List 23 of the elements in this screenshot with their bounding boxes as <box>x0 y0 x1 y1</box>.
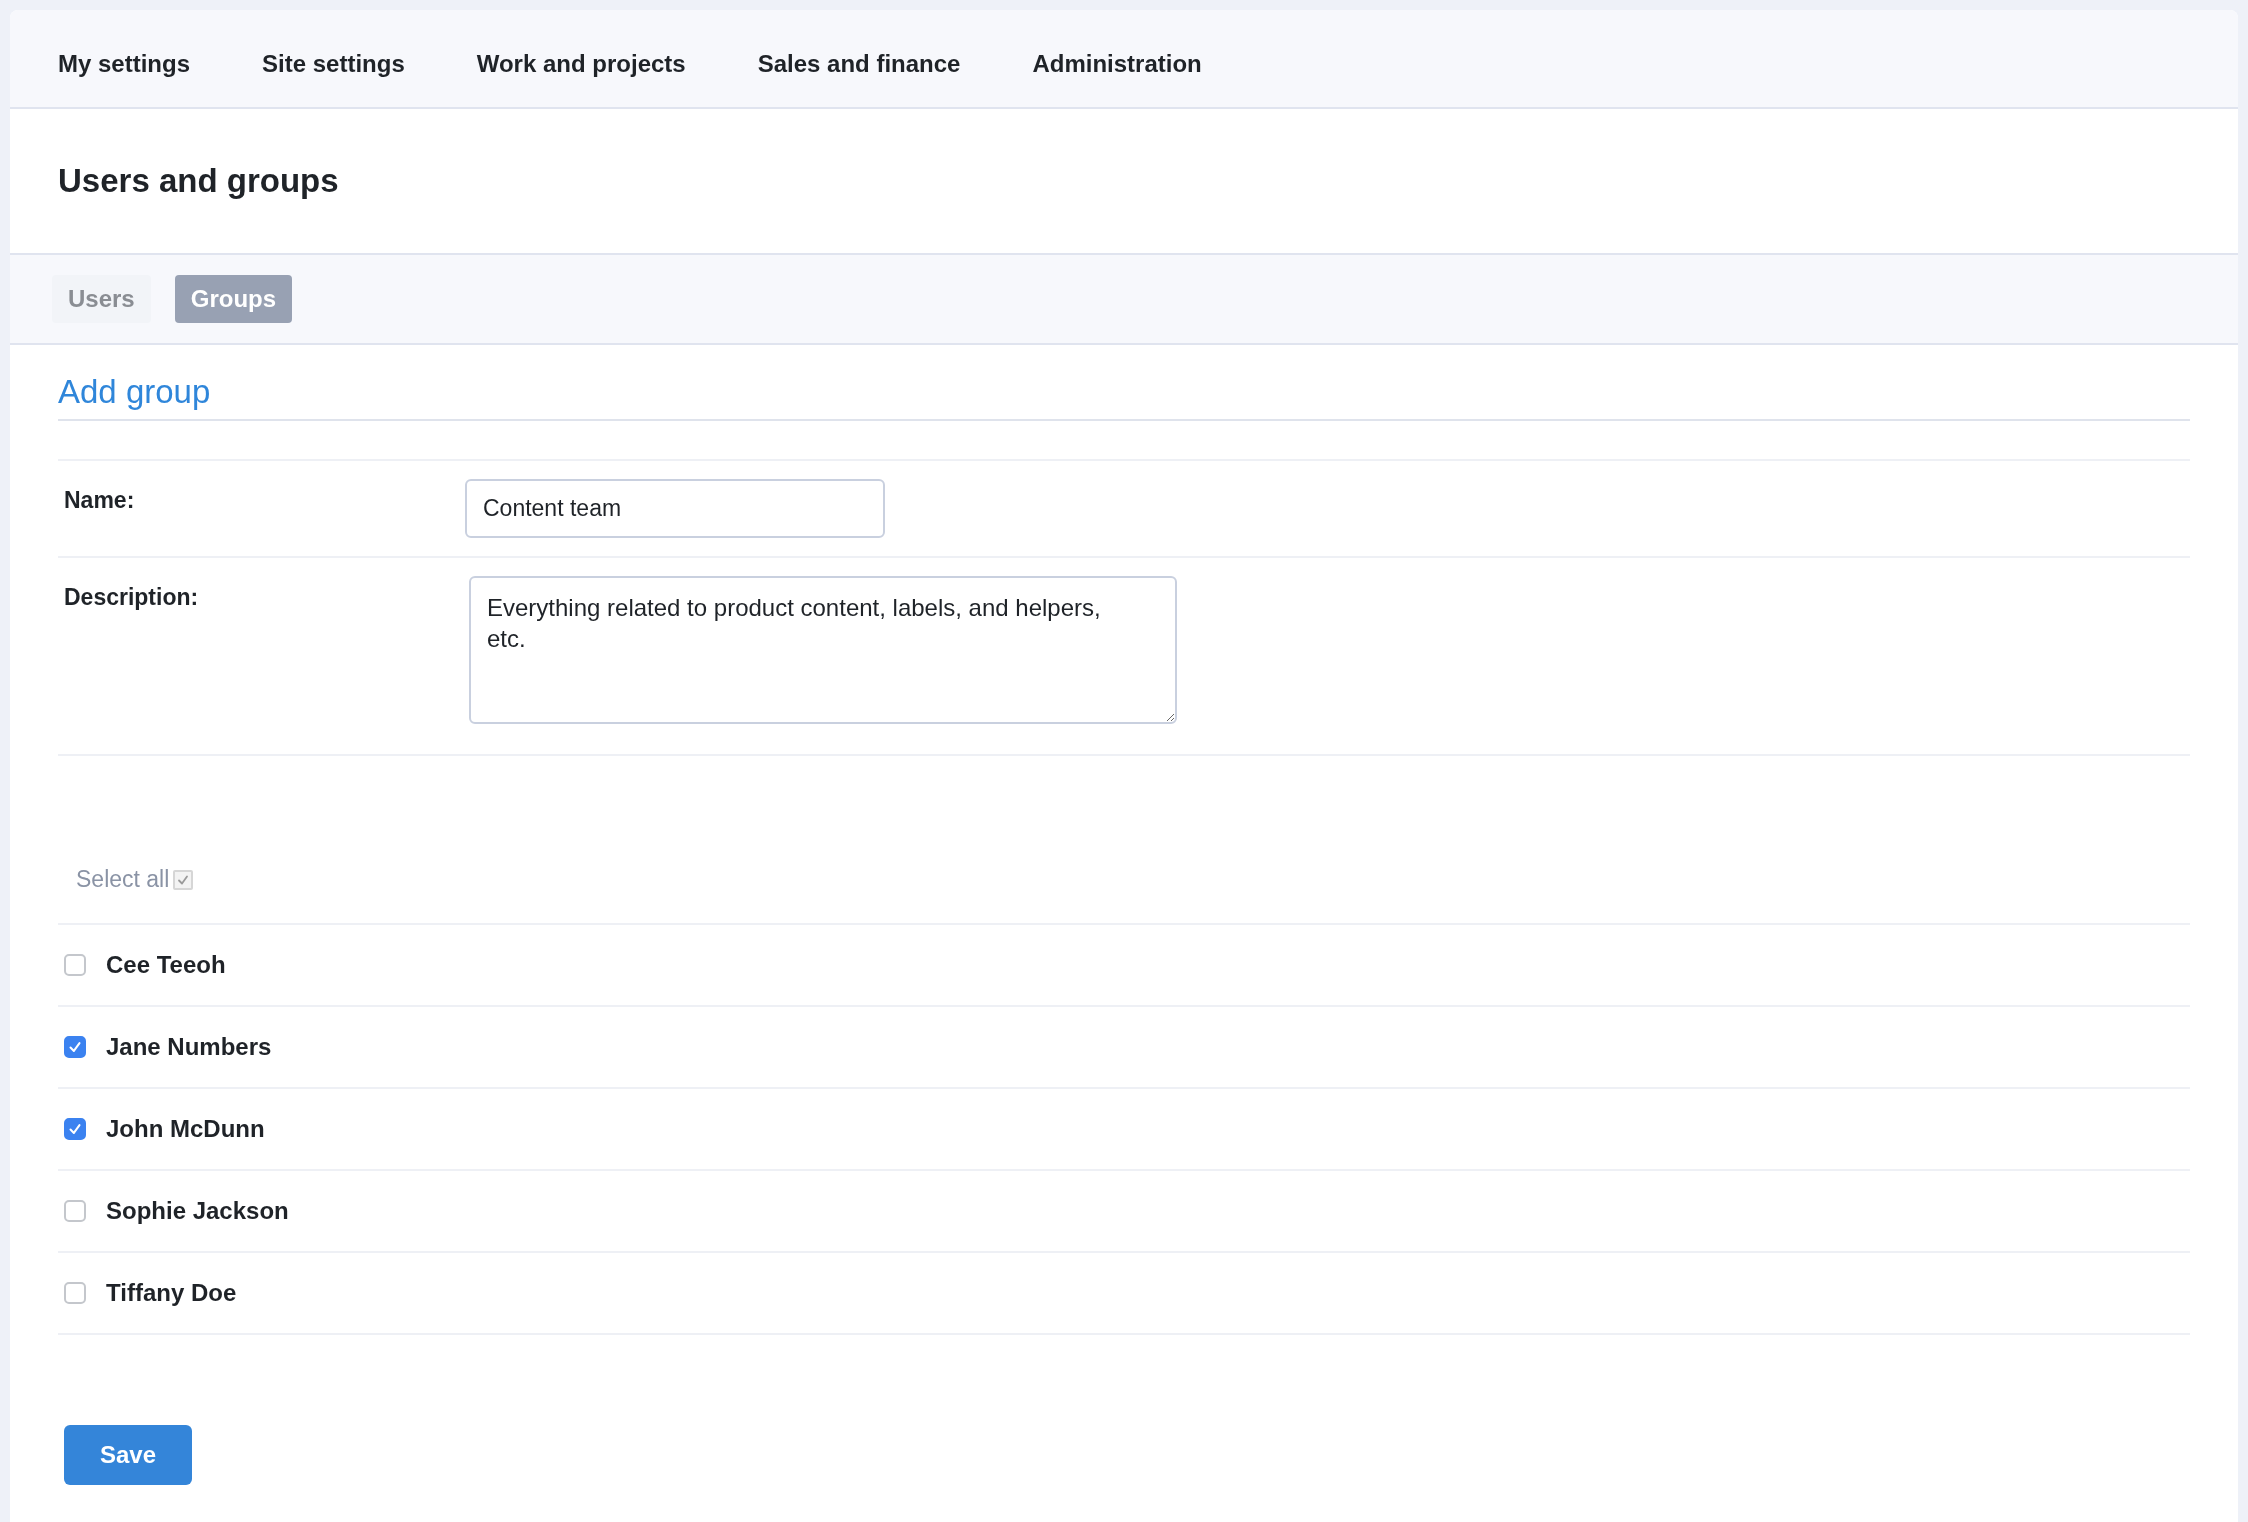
member-name: Tiffany Doe <box>106 1279 237 1307</box>
save-button[interactable]: Save <box>64 1425 192 1485</box>
nav-link[interactable]: My settings <box>58 49 191 78</box>
member-name: Jane Numbers <box>106 1033 272 1061</box>
nav-link[interactable]: Administration <box>1032 49 1202 78</box>
page-title: Users and groups <box>58 162 339 200</box>
member-checkbox[interactable] <box>64 1036 86 1058</box>
field-label: Name: <box>63 486 136 514</box>
field-label: Description: <box>63 583 200 611</box>
member-name: Cee Teeoh <box>106 951 226 979</box>
nav-link[interactable]: Work and projects <box>476 49 686 78</box>
description-textarea[interactable]: Everything related to product content, labels, and helpers, etc. <box>469 576 1177 724</box>
select-all-label: Select all <box>76 866 170 893</box>
member-checkbox[interactable] <box>64 1200 86 1222</box>
section-title: Add group <box>58 373 2190 421</box>
nav-link[interactable]: Site settings <box>262 49 405 78</box>
member-checkbox[interactable] <box>64 1118 86 1140</box>
member-checkbox[interactable] <box>64 954 86 976</box>
member-checkbox[interactable] <box>64 1282 86 1304</box>
nav-link[interactable]: Sales and finance <box>757 49 961 78</box>
member-name: John McDunn <box>106 1115 265 1143</box>
name-input[interactable]: Content team <box>465 479 885 538</box>
member-name: Sophie Jackson <box>106 1197 289 1225</box>
